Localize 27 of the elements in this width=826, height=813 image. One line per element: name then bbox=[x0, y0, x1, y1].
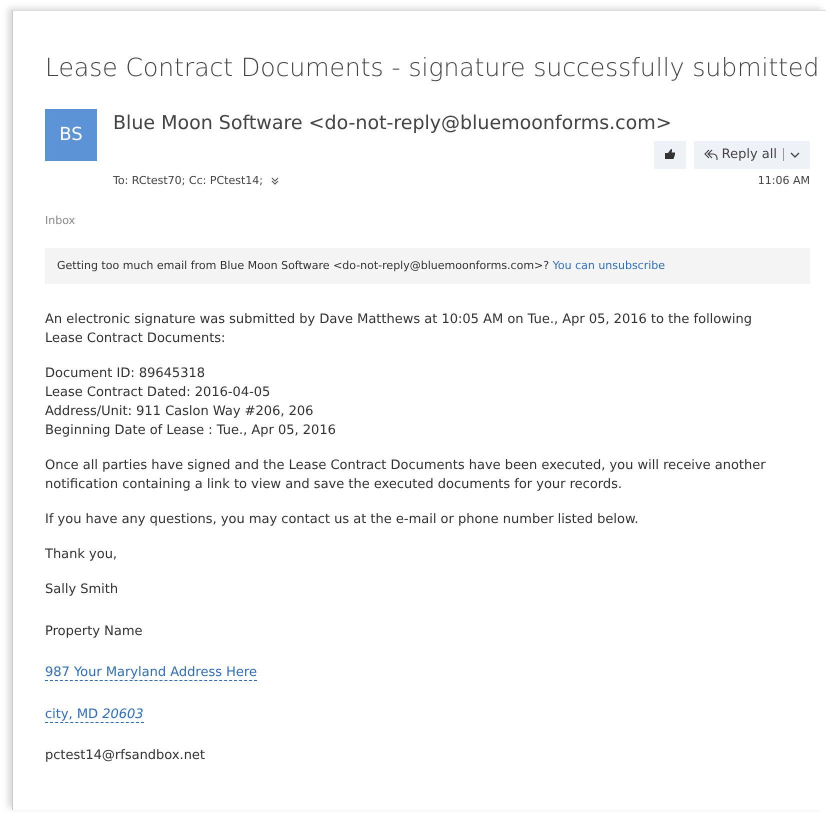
recipients-line: To: RCtest70; Cc: PCtest14; bbox=[113, 172, 263, 188]
detail-line: Lease Contract Dated: 2016-04-05 bbox=[45, 384, 270, 402]
detail-line: Beginning Date of Lease : Tue., Apr 05, 2016 bbox=[45, 422, 336, 440]
body-paragraph: Thank you, bbox=[45, 546, 118, 564]
detail-line: Document ID: 89645318 bbox=[45, 365, 206, 383]
signature-line: pctest14@rfsandbox.net bbox=[45, 748, 206, 763]
chevron-down-icon bbox=[790, 152, 800, 158]
body-paragraph: If you have any questions, you may contact us at the e-mail or phone number listed below. bbox=[45, 511, 640, 529]
email-subject: Lease Contract Documents - signature successfully submitted bbox=[45, 52, 820, 84]
thumbs-up-icon bbox=[664, 148, 676, 160]
detail-line: Address/Unit: 911 Caslon Way #206, 206 bbox=[45, 403, 314, 421]
reply-all-button[interactable]: Reply all bbox=[694, 141, 810, 168]
received-time: 11:06 AM bbox=[758, 172, 810, 188]
unsubscribe-link[interactable]: You can unsubscribe bbox=[552, 258, 666, 272]
folder-label: Inbox bbox=[45, 213, 76, 229]
expand-icon[interactable] bbox=[270, 176, 279, 185]
like-button[interactable] bbox=[654, 141, 686, 168]
sender-avatar: BS bbox=[45, 108, 97, 160]
signature-line: Sally Smith bbox=[45, 582, 118, 597]
body-paragraph: Once all parties have signed and the Lease Contract Documents have been executed, you will receive another notification containing a link to view and save the executed documents for your records. bbox=[45, 457, 767, 494]
address-link[interactable]: city, MD 20603 bbox=[45, 706, 144, 722]
sender-name: Blue Moon Software <do-not-reply@bluemoonforms.com> bbox=[113, 110, 673, 136]
signature-line: Property Name bbox=[45, 624, 142, 638]
banner-text: Getting too much email from Blue Moon Software <do-not-reply@bluemoonforms.com>? bbox=[57, 258, 550, 272]
reply-all-icon bbox=[704, 148, 718, 161]
body-paragraph: An electronic signature was submitted by Dave Matthews at 10:05 AM on Tue., Apr 05, 2016 to the following Lease Contract Documents: bbox=[45, 311, 753, 348]
address-link[interactable]: 987 Your Maryland Address Here bbox=[45, 665, 257, 681]
